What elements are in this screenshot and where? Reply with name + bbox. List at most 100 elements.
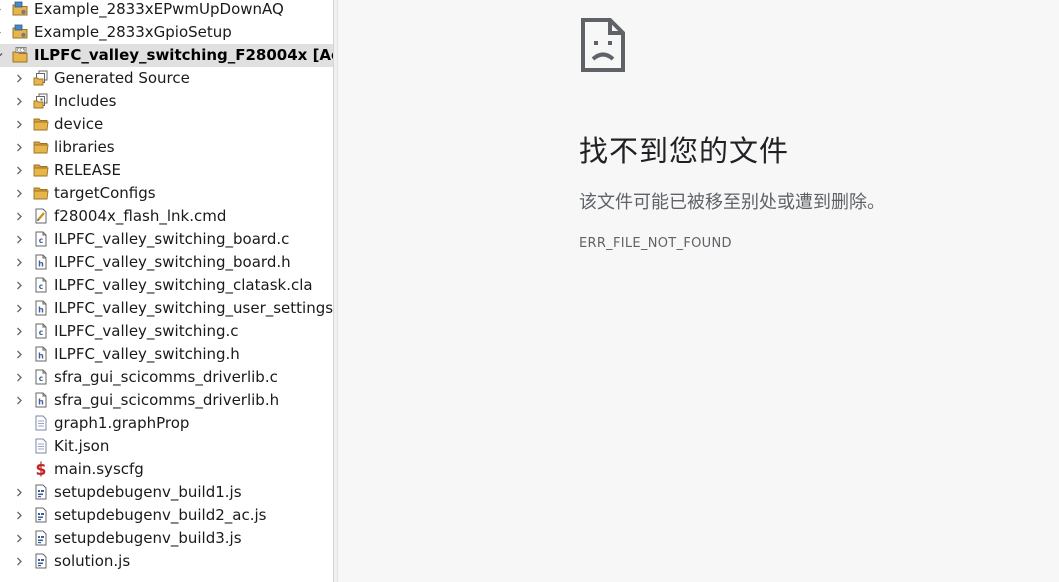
chevron-right-icon[interactable] <box>15 481 27 504</box>
chevron-right-icon[interactable] <box>15 389 27 412</box>
chevron-right-icon[interactable] <box>0 0 6 21</box>
text-file-icon <box>33 415 49 431</box>
project-explorer: Example_2833xEPwmUpDownAQ Example_2833xGp… <box>0 0 333 582</box>
tree-item[interactable]: Kit.json <box>0 435 333 458</box>
js-file-icon <box>33 484 49 500</box>
chevron-right-icon[interactable] <box>15 504 27 527</box>
tree-item[interactable]: libraries <box>0 136 333 159</box>
c-file-icon: c <box>33 369 49 385</box>
tree-item[interactable]: f28004x_flash_lnk.cmd <box>0 205 333 228</box>
chevron-right-icon[interactable] <box>15 366 27 389</box>
tree-item-label: ILPFC_valley_switching_F28004x [Active <box>34 46 333 64</box>
tree-item[interactable]: Smain.syscfg <box>0 458 333 481</box>
chevron-right-icon[interactable] <box>15 527 27 550</box>
tree-item-label: ILPFC_valley_switching.c <box>54 322 239 340</box>
chevron-right-icon[interactable] <box>15 297 27 320</box>
tree-item[interactable]: setupdebugenv_build2_ac.js <box>0 504 333 527</box>
tree-item-label: libraries <box>54 138 115 156</box>
project-icon <box>12 24 28 40</box>
tree-item[interactable]: graph1.graphProp <box>0 412 333 435</box>
tree-item[interactable]: RELEASE <box>0 159 333 182</box>
error-code: ERR_FILE_NOT_FOUND <box>579 236 732 251</box>
tree-item[interactable]: setupdebugenv_build3.js <box>0 527 333 550</box>
tree-item-label: setupdebugenv_build3.js <box>54 529 242 547</box>
tree-item-label: setupdebugenv_build1.js <box>54 483 242 501</box>
tree-item[interactable]: h sfra_gui_scicomms_driverlib.h <box>0 389 333 412</box>
h-file-icon: h <box>33 346 49 362</box>
error-page: 找不到您的文件 该文件可能已被移至别处或遭到删除。 ERR_FILE_NOT_F… <box>338 0 1059 582</box>
chevron-right-icon[interactable] <box>15 550 27 573</box>
chevron-right-icon[interactable] <box>15 343 27 366</box>
chevron-right-icon[interactable] <box>15 159 27 182</box>
chevron-right-icon[interactable] <box>15 136 27 159</box>
tree-item[interactable]: targetConfigs <box>0 182 333 205</box>
ccs-project-icon: CCS <box>12 47 28 63</box>
folder-icon <box>33 162 49 178</box>
svg-text:h: h <box>38 260 44 269</box>
error-description: 该文件可能已被移至别处或遭到删除。 <box>579 192 885 213</box>
text-file-icon <box>33 438 49 454</box>
svg-text:h: h <box>38 306 44 315</box>
tree-item[interactable]: Example_2833xGpioSetup <box>0 21 333 44</box>
tree-item[interactable]: h ILPFC_valley_switching.h <box>0 343 333 366</box>
tree-item-label: Example_2833xEPwmUpDownAQ <box>34 0 284 18</box>
generated-folder-icon <box>33 70 49 86</box>
c-file-icon: c <box>33 231 49 247</box>
error-title: 找不到您的文件 <box>579 134 790 168</box>
chevron-down-icon[interactable] <box>0 44 6 67</box>
chevron-right-icon[interactable] <box>15 251 27 274</box>
svg-text:h: h <box>38 352 44 361</box>
tree-item-label: ILPFC_valley_switching_board.h <box>54 253 291 271</box>
chevron-right-icon[interactable] <box>15 274 27 297</box>
tree-item[interactable]: h ILPFC_valley_switching_board.h <box>0 251 333 274</box>
screen: Example_2833xEPwmUpDownAQ Example_2833xGp… <box>0 0 1059 582</box>
chevron-right-icon[interactable] <box>15 228 27 251</box>
folder-icon <box>33 116 49 132</box>
tree-item[interactable]: device <box>0 113 333 136</box>
chevron-right-icon[interactable] <box>0 21 6 44</box>
tree-item-label: Includes <box>54 92 117 110</box>
syscfg-icon: S <box>33 461 49 477</box>
svg-text:c: c <box>39 374 43 383</box>
tree-item[interactable]: CCS ILPFC_valley_switching_F28004x [Activ… <box>0 44 333 67</box>
chevron-right-icon[interactable] <box>15 113 27 136</box>
svg-text:c: c <box>39 282 43 291</box>
tree-item[interactable]: setupdebugenv_build1.js <box>0 481 333 504</box>
tree-item-label: sfra_gui_scicomms_driverlib.c <box>54 368 278 386</box>
h-file-icon: h <box>33 392 49 408</box>
chevron-right-icon[interactable] <box>15 320 27 343</box>
c-file-icon: c <box>33 323 49 339</box>
tree-item[interactable]: Includes <box>0 90 333 113</box>
tree-item[interactable]: c ILPFC_valley_switching_board.c <box>0 228 333 251</box>
tree-item-label: f28004x_flash_lnk.cmd <box>54 207 227 225</box>
tree-item-label: Generated Source <box>54 69 190 87</box>
tree-item-label: Kit.json <box>54 437 110 455</box>
tree-item[interactable]: Example_2833xEPwmUpDownAQ <box>0 0 333 21</box>
tree-item-label: ILPFC_valley_switching_clatask.cla <box>54 276 313 294</box>
tree-item[interactable]: Generated Source <box>0 67 333 90</box>
tree-item-label: main.syscfg <box>54 460 144 478</box>
chevron-right-icon[interactable] <box>15 90 27 113</box>
tree-item-label: setupdebugenv_build2_ac.js <box>54 506 267 524</box>
tree-item-label: solution.js <box>54 552 131 570</box>
tree-item-label: Example_2833xGpioSetup <box>34 23 232 41</box>
tree-item[interactable]: c ILPFC_valley_switching_clatask.cla <box>0 274 333 297</box>
js-file-icon <box>33 507 49 523</box>
c-file-icon: c <box>33 277 49 293</box>
tree-item[interactable]: solution.js <box>0 550 333 573</box>
js-file-icon <box>33 553 49 569</box>
tree-item-label: targetConfigs <box>54 184 156 202</box>
tree-item-label: ILPFC_valley_switching_board.c <box>54 230 290 248</box>
chevron-right-icon[interactable] <box>15 67 27 90</box>
chevron-right-icon[interactable] <box>15 205 27 228</box>
js-file-icon <box>33 530 49 546</box>
chevron-right-icon[interactable] <box>15 182 27 205</box>
tree-item[interactable]: h ILPFC_valley_switching_user_settings.h <box>0 297 333 320</box>
tree-item-label: device <box>54 115 104 133</box>
folder-icon <box>33 139 49 155</box>
folder-icon <box>33 185 49 201</box>
tree-item[interactable]: c sfra_gui_scicomms_driverlib.c <box>0 366 333 389</box>
sad-document-icon <box>581 18 625 72</box>
tree-item[interactable]: c ILPFC_valley_switching.c <box>0 320 333 343</box>
project-icon <box>12 1 28 17</box>
